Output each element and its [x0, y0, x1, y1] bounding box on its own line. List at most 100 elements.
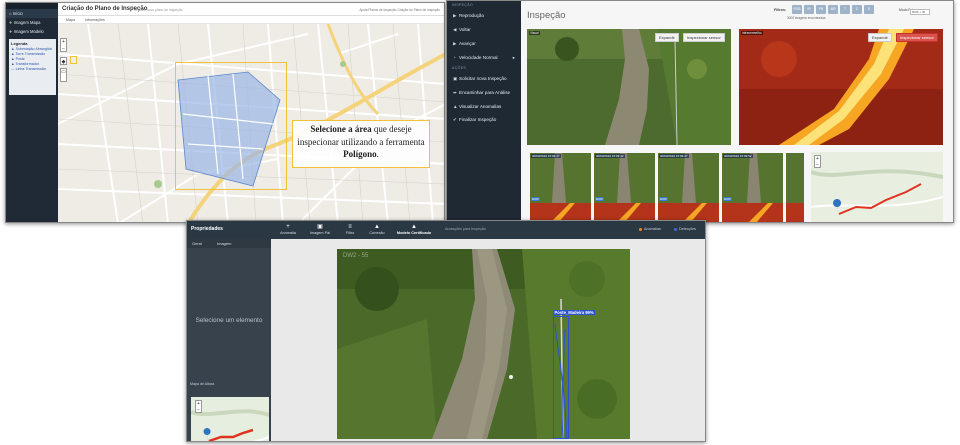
thermal-photo: [739, 29, 943, 145]
nav-item-image-map[interactable]: ✈ Imagem Mapa: [6, 18, 58, 27]
thumbnail-timestamp: 30/03/2019 15:09:42: [595, 154, 625, 158]
planning-tabs: Mapa Informações: [58, 16, 444, 24]
sidebar-item-speed[interactable]: ◔ Velocidade Normal ▸: [447, 51, 521, 64]
tab-map[interactable]: Mapa: [66, 18, 75, 22]
tab-image[interactable]: Imagem: [217, 241, 231, 246]
zoom-out-button[interactable]: −: [815, 162, 820, 168]
instruction-callout: Selecione a área que deseje inspecionar …: [292, 120, 430, 168]
inspection-main: Inspeção Filtros: RGB IR PN AIR T C S 30…: [521, 1, 953, 222]
view-select[interactable]: RGB + IR: [910, 9, 930, 15]
planning-screenshot: ⌂ Início ✈ Imagem Mapa ✈ Imagem Modelo L…: [5, 2, 445, 223]
expand-button[interactable]: Expandir: [655, 33, 679, 42]
thumbnail[interactable]: 30/03/2019 15:09:37 RGB: [530, 153, 591, 222]
flight-path-map: [811, 152, 943, 222]
filter-button[interactable]: IR: [804, 5, 814, 14]
ir-image[interactable]: Infravermelho Expandir Inspecionar senso…: [739, 29, 943, 145]
thumbnail[interactable]: 30/03/2019 15:09:47 RGB: [658, 153, 719, 222]
legend-item: — Linha Transmissão: [11, 67, 46, 71]
properties-title: Propriedades: [191, 226, 223, 232]
tab-info[interactable]: Informações: [85, 18, 105, 22]
warning-icon: ▲: [374, 224, 380, 230]
sidebar-action-new[interactable]: ▣ Solicitar nova Inspeção: [447, 72, 521, 86]
map-legend: Legenda ▲ Subestação Abrangida ▲ Torre T…: [9, 39, 56, 95]
zoom-in-button[interactable]: +: [61, 39, 66, 46]
anomaly-tool[interactable]: + Anomalia: [271, 223, 305, 235]
image-stamp: DW2 - 55: [343, 253, 369, 259]
legend-detections: Detecções: [674, 227, 696, 231]
polygon-tool-button[interactable]: ◆: [60, 57, 67, 65]
zoom-out-button[interactable]: −: [61, 46, 66, 52]
filter-button[interactable]: C: [852, 5, 862, 14]
map-zoom-control[interactable]: + −: [195, 400, 202, 413]
sidebar-item-play[interactable]: ▶ Reprodução: [447, 9, 521, 23]
sidebar-section-title: INSPEÇÃO: [452, 3, 473, 7]
filter-label: Filtros:: [774, 8, 787, 12]
altitude-map-canvas: [191, 397, 269, 441]
filter-button[interactable]: T: [840, 5, 850, 14]
tab-general[interactable]: Geral: [192, 241, 202, 246]
image-icon: ▣: [317, 224, 323, 230]
draw-tools[interactable]: ▭: [60, 68, 67, 82]
altitude-map[interactable]: + −: [191, 397, 269, 441]
drone-photo: [337, 249, 630, 439]
thumbnail-image: [786, 153, 804, 222]
inspect-sensor-button[interactable]: Inspecionar sensor: [683, 33, 725, 42]
detection-label: Poste_Madeira 99%: [553, 310, 596, 315]
filter-button[interactable]: PN: [816, 5, 826, 14]
thumbnail[interactable]: 30/03/2019 15:09:52 RGB: [722, 153, 783, 222]
detection-box[interactable]: [553, 316, 569, 439]
thumbnail-badge: RGB: [531, 197, 540, 201]
parent-image-tool[interactable]: ▣ Imagem Pai: [303, 223, 337, 235]
nav-item-image-model[interactable]: ✈ Imagem Modelo: [6, 27, 58, 36]
breadcrumb[interactable]: Ajuda Planos de Inspeção Criação do Plan…: [359, 8, 440, 12]
empty-state-message: Selecione um elemento: [195, 317, 263, 324]
plus-icon: +: [286, 224, 290, 230]
map-zoom-control[interactable]: + −: [814, 155, 821, 168]
sidebar-section-title: AÇÕES: [452, 66, 467, 70]
filter-button[interactable]: RGB: [792, 5, 802, 14]
nav-label: Início: [12, 11, 23, 16]
planning-sidebar: ⌂ Início ✈ Imagem Mapa ✈ Imagem Modelo L…: [6, 3, 58, 222]
inspect-sensor-button[interactable]: Inspecionar sensor: [896, 33, 938, 42]
inspection-screenshot: INSPEÇÃO ▶ Reprodução ◀ Voltar ▶ Avançar ◔ V…: [446, 0, 954, 223]
nav-label: Imagem Modelo: [13, 29, 44, 34]
properties-panel: Geral Imagem Selecione um elemento Mapa …: [187, 239, 271, 441]
thumbnail-badge: RGB: [595, 197, 604, 201]
flight-map[interactable]: + −: [811, 152, 943, 222]
sidebar-item-forward[interactable]: ▶ Avançar: [447, 37, 521, 51]
map-zoom-control: + −: [60, 38, 67, 52]
thumbnail[interactable]: [786, 153, 804, 222]
image-type-tag: Infravermelho: [741, 31, 763, 35]
certified-model-tool[interactable]: ▲ Modelo Certificado: [393, 223, 435, 235]
filter-button[interactable]: S: [864, 5, 874, 14]
thumbnail-badge: RGB: [723, 197, 732, 201]
toolbar-hint: Anotações para Inspeção: [445, 227, 486, 231]
callout-emphasis: Selecione a área: [310, 124, 372, 134]
image-count: 3000 imagens encontradas: [787, 16, 826, 20]
thumbnail-timestamp: 30/03/2019 15:09:47: [659, 154, 689, 158]
image-type-tag: Visual: [529, 31, 540, 35]
legend-anomalies: Anomalias: [639, 227, 661, 231]
tool-highlight: [70, 56, 77, 64]
callout-tool-name: Polígono: [343, 149, 377, 159]
filter-button[interactable]: AIR: [828, 5, 838, 14]
sidebar-action-forward[interactable]: ➦ Encaminhar para Análise: [447, 86, 521, 100]
analyzed-image[interactable]: DW2 - 55 Poste_Madeira 99%: [337, 249, 630, 439]
annotation-toolbar: Propriedades + Anomalia ▣ Imagem Pai ≡ Filt…: [187, 221, 705, 239]
connection-tool[interactable]: ▲ Conexão: [360, 223, 394, 235]
area-highlight: [175, 62, 287, 190]
rgb-image[interactable]: Visual Expandir Inspecionar sensor: [527, 29, 731, 145]
thumbnail-image: [722, 153, 783, 222]
ai-screenshot: Propriedades + Anomalia ▣ Imagem Pai ≡ Filt…: [186, 220, 706, 442]
sidebar-action-anomalies[interactable]: ▲Visualizar Anomalias: [447, 100, 521, 113]
nav-item-home[interactable]: ⌂ Início: [6, 9, 58, 18]
thumbnail[interactable]: 30/03/2019 15:09:42 RGB: [594, 153, 655, 222]
sidebar-action-finish[interactable]: ✔ Finalizar Inspeção: [447, 113, 521, 127]
thumbnail-badge: RGB: [659, 197, 668, 201]
expand-button[interactable]: Expandir: [868, 33, 892, 42]
thumbnail-image: [530, 153, 591, 222]
zoom-out-button[interactable]: −: [196, 407, 201, 413]
rgb-photo: [527, 29, 731, 145]
map-label: Mapa de Altura: [190, 382, 215, 386]
sidebar-item-back[interactable]: ◀ Voltar: [447, 23, 521, 37]
